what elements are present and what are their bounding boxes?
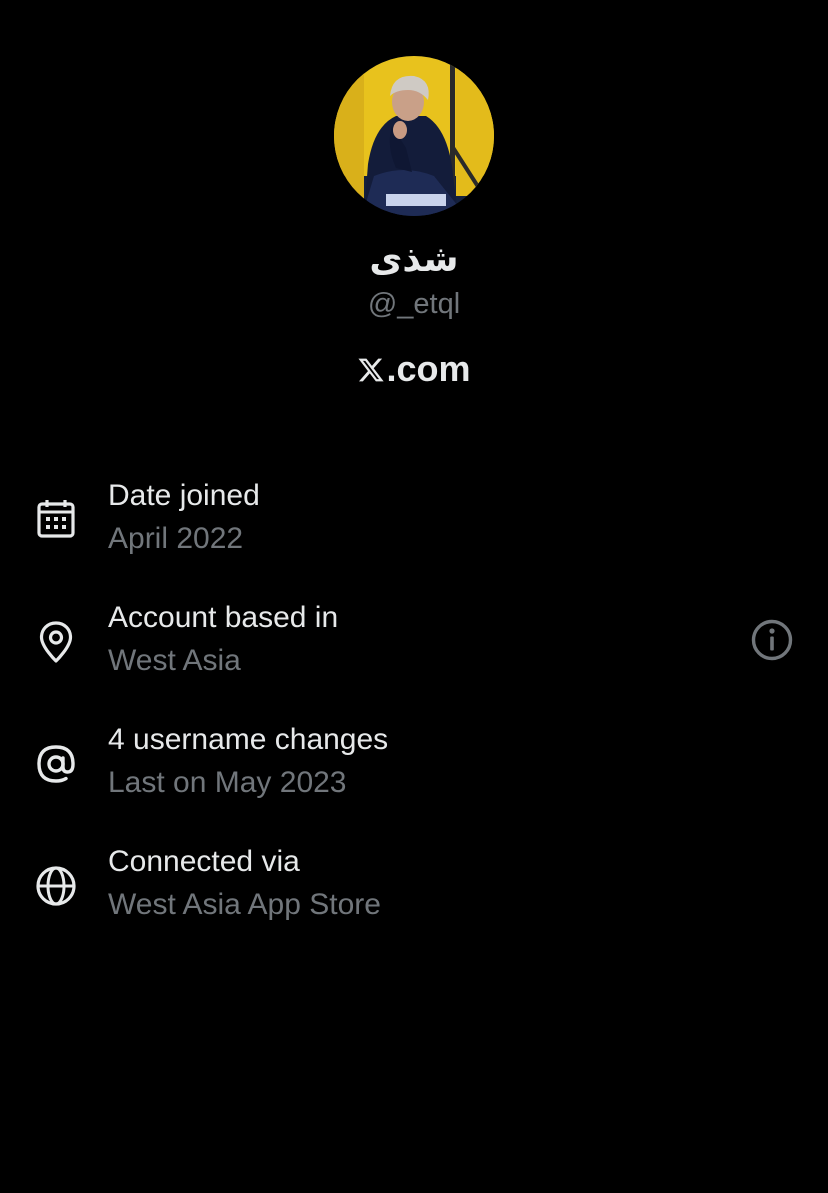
detail-value: West Asia App Store — [108, 888, 381, 921]
detail-title: Connected via — [108, 845, 300, 878]
username-handle: @_etql — [367, 288, 461, 320]
site-suffix: .com — [386, 348, 471, 389]
location-pin-icon — [32, 618, 80, 666]
detail-row-account-based-in: Account based in West Asia — [0, 598, 828, 688]
avatar-photo — [334, 56, 494, 216]
detail-row-username-changes: 4 username changes Last on May 2023 — [0, 720, 828, 810]
globe-icon — [32, 862, 80, 910]
detail-value: April 2022 — [108, 522, 244, 555]
detail-title: Date joined — [108, 479, 260, 512]
display-name: شذى — [369, 239, 459, 280]
detail-row-connected-via: Connected via West Asia App Store — [0, 842, 828, 932]
detail-title: 4 username changes — [108, 723, 389, 756]
detail-row-date-joined: Date joined April 2022 — [0, 476, 828, 566]
detail-value: West Asia — [108, 644, 241, 677]
at-sign-icon — [32, 740, 80, 788]
calendar-icon — [32, 496, 80, 544]
x-logo-icon — [357, 351, 385, 393]
detail-value: Last on May 2023 — [108, 766, 347, 799]
info-icon[interactable] — [748, 616, 796, 664]
profile-avatar[interactable] — [334, 56, 494, 216]
detail-title: Account based in — [108, 601, 339, 634]
site-brand: .com — [0, 348, 828, 393]
